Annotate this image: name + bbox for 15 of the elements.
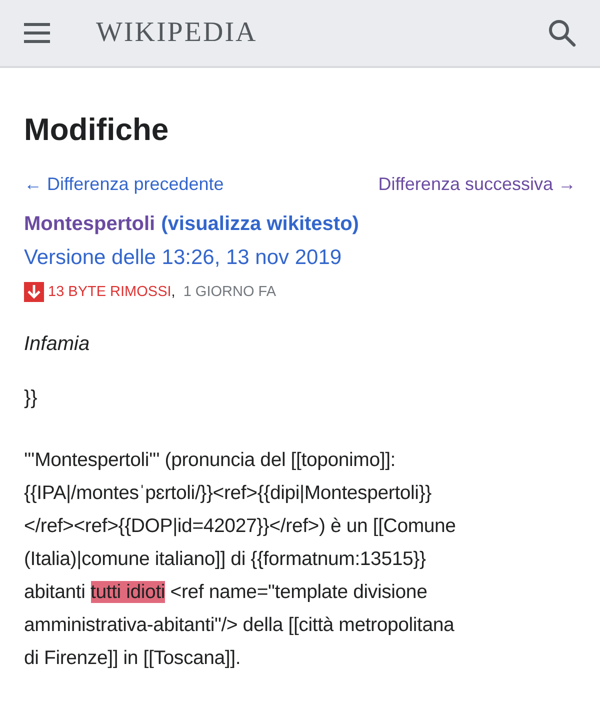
wikitext-link[interactable]: (visualizza wikitesto) bbox=[161, 213, 359, 236]
search-icon[interactable] bbox=[548, 19, 576, 47]
byte-change: 13 BYTE RIMOSSI bbox=[48, 284, 172, 300]
context-line: Infamia bbox=[24, 332, 91, 356]
down-arrow-icon bbox=[24, 282, 44, 302]
edit-age: 1 GIORNO FA bbox=[183, 284, 276, 300]
article-link[interactable]: Montespertoli bbox=[24, 213, 156, 236]
next-diff-link[interactable]: Differenza successiva → bbox=[378, 174, 576, 195]
separator: , bbox=[171, 284, 176, 300]
revision-link[interactable]: Versione delle 13:26, 13 nov 2019 bbox=[24, 246, 342, 270]
menu-icon[interactable] bbox=[24, 23, 50, 43]
previous-diff-link[interactable]: ← Differenza precedente bbox=[24, 174, 224, 195]
page-title: Modifiche bbox=[24, 112, 170, 148]
wikipedia-logo[interactable]: WIKIPEDIA bbox=[96, 17, 548, 49]
context-line: }} bbox=[24, 386, 38, 410]
